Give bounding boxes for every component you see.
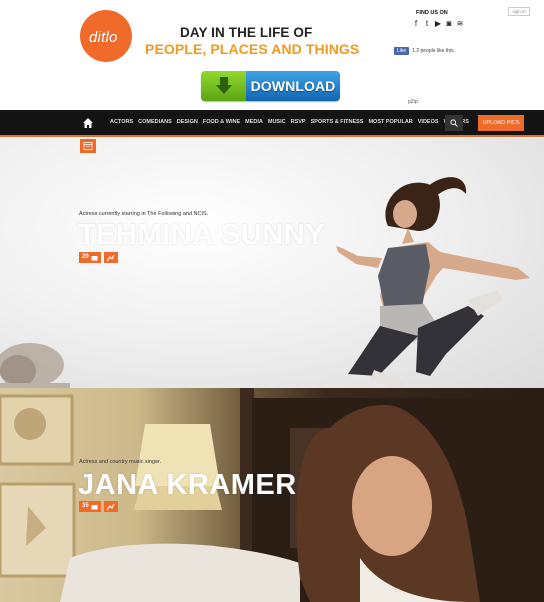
instagram-icon[interactable]: ◙ bbox=[445, 19, 453, 29]
nav-item-design[interactable]: DESIGN bbox=[177, 119, 198, 125]
feature-tehmina-sunny[interactable]: Actress currently starring in The Follow… bbox=[0, 138, 544, 388]
pzip-label: pZip bbox=[408, 99, 418, 105]
download-label: DOWNLOAD bbox=[246, 71, 340, 101]
search-icon bbox=[450, 119, 458, 127]
camera-icon bbox=[91, 504, 98, 509]
photo-count-badge[interactable]: 35 bbox=[79, 501, 101, 512]
feature-counts: 20 bbox=[79, 252, 118, 263]
feature-name[interactable]: JANA KRAMER bbox=[78, 469, 297, 502]
feature-jana-kramer[interactable]: Actress and country music singer. JANA K… bbox=[0, 388, 544, 602]
home-icon[interactable] bbox=[82, 117, 94, 129]
fb-like-button[interactable]: Like bbox=[394, 47, 410, 55]
photo-count: 35 bbox=[82, 503, 89, 509]
tagline-line2: PEOPLE, PLACES AND THINGS bbox=[145, 41, 360, 57]
ditlo-logo[interactable]: ditlo bbox=[80, 10, 132, 62]
youtube-icon[interactable]: ▶ bbox=[434, 19, 442, 29]
photo-count-badge[interactable]: 20 bbox=[79, 252, 101, 263]
nav-item-media[interactable]: MEDIA bbox=[245, 119, 263, 125]
logo-text: ditlo bbox=[89, 29, 118, 46]
nav-item-videos[interactable]: VIDEOS bbox=[418, 119, 439, 125]
search-button[interactable] bbox=[445, 115, 463, 131]
feature-caption: Actress currently starring in The Follow… bbox=[79, 211, 209, 217]
social-icons: f t ▶ ◙ ≋ bbox=[412, 19, 464, 29]
feature-name[interactable]: TEHMINA SUNNY bbox=[78, 219, 325, 252]
nav-items: ACTORS COMEDIANS DESIGN FOOD & WINE MEDI… bbox=[110, 119, 469, 125]
photo-count: 20 bbox=[82, 254, 89, 260]
nav-item-rsvp[interactable]: RSVP bbox=[291, 119, 306, 125]
fb-like-count: 1.2 people like this. bbox=[412, 48, 455, 54]
facebook-icon[interactable]: f bbox=[412, 19, 420, 29]
jumping-woman-photo bbox=[336, 177, 530, 388]
rss-icon[interactable]: ≋ bbox=[456, 19, 464, 29]
tree-image bbox=[0, 343, 70, 388]
facebook-like-widget: Like 1.2 people like this. bbox=[394, 47, 455, 55]
main-nav: ACTORS COMEDIANS DESIGN FOOD & WINE MEDI… bbox=[0, 110, 544, 137]
upload-pics-button[interactable]: UPLOAD PICS bbox=[478, 115, 524, 131]
camera-icon bbox=[91, 255, 98, 260]
nav-item-food-wine[interactable]: FOOD & WINE bbox=[203, 119, 240, 125]
nav-item-comedians[interactable]: COMEDIANS bbox=[138, 119, 172, 125]
calendar-icon[interactable] bbox=[80, 139, 96, 153]
share-icon bbox=[106, 503, 115, 510]
tagline-line1: DAY IN THE LIFE OF bbox=[180, 25, 313, 40]
site-header: ditlo DAY IN THE LIFE OF PEOPLE, PLACES … bbox=[0, 0, 544, 110]
twitter-icon[interactable]: t bbox=[423, 19, 431, 29]
download-button[interactable]: DOWNLOAD bbox=[201, 71, 340, 101]
share-button[interactable] bbox=[103, 501, 118, 512]
nav-item-music[interactable]: MUSIC bbox=[268, 119, 286, 125]
share-button[interactable] bbox=[103, 252, 118, 263]
feature-caption: Actress and country music singer. bbox=[79, 459, 162, 465]
find-us-label: FIND US ON bbox=[416, 10, 448, 16]
nav-item-most-popular[interactable]: MOST POPULAR bbox=[368, 119, 412, 125]
signin-button[interactable]: sign in bbox=[508, 7, 530, 16]
feature-counts: 35 bbox=[79, 501, 118, 512]
nav-item-actors[interactable]: ACTORS bbox=[110, 119, 133, 125]
download-arrow-icon bbox=[201, 71, 246, 101]
nav-item-sports-fitness[interactable]: SPORTS & FITNESS bbox=[311, 119, 364, 125]
share-icon bbox=[106, 254, 115, 261]
